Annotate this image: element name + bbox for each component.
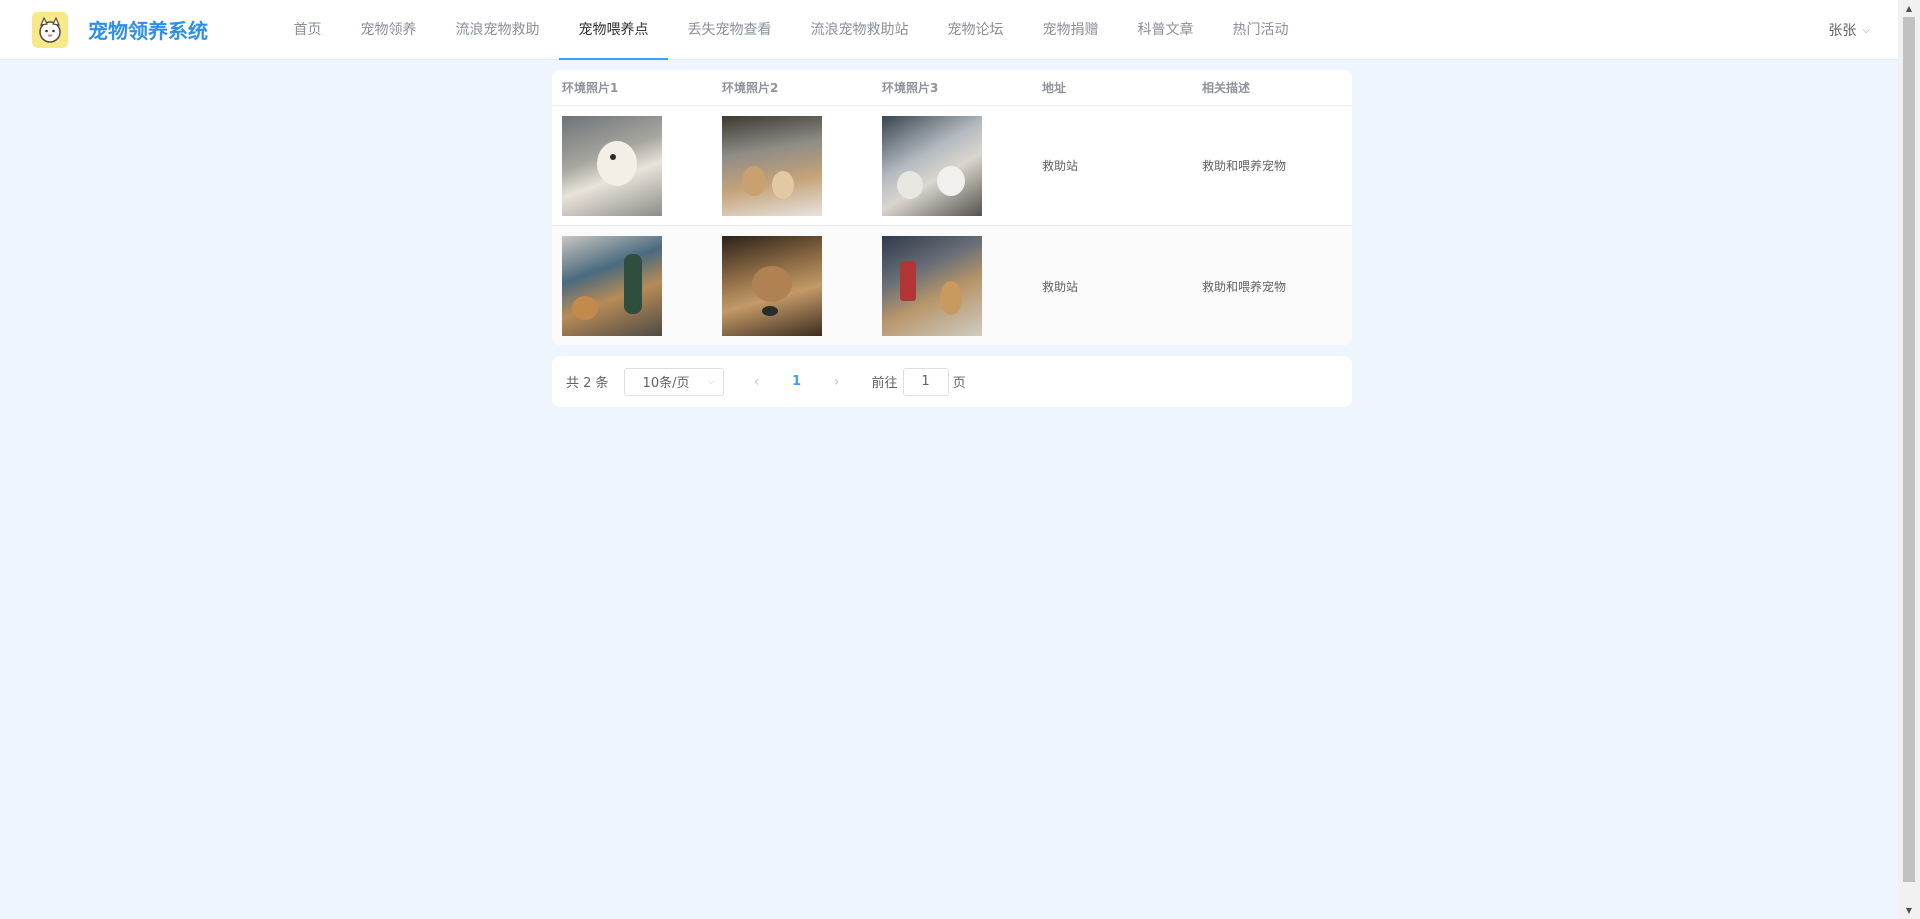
nav-item-pet-adoption[interactable]: 宠物领养 [341,0,436,60]
col-header-photo2: 环境照片2 [722,81,779,95]
nav-item-stray-rescue[interactable]: 流浪宠物救助 [436,0,559,60]
environment-photo[interactable] [882,236,982,336]
page-size-select[interactable]: 10条/页 ⌵ [623,367,724,396]
nav-item-pet-forum[interactable]: 宠物论坛 [928,0,1023,60]
table-row[interactable]: 救助站 救助和喂养宠物 [552,106,1352,226]
pagination-total: 共 2 条 [566,376,609,391]
col-header-photo1: 环境照片1 [562,81,619,95]
col-header-description: 相关描述 [1202,81,1251,95]
chevron-down-icon: ⌵ [1862,24,1870,36]
scroll-down-arrow-icon[interactable]: ▼ [1898,902,1920,919]
pagination: 共 2 条 10条/页 ⌵ ‹ 1 › 前往 页 [552,356,1352,407]
nav-item-articles[interactable]: 科普文章 [1118,0,1213,60]
chevron-down-icon: ⌵ [707,376,715,387]
user-menu[interactable]: 张张 ⌵ [1828,0,1870,60]
address-cell: 救助站 [1042,279,1079,294]
nav-item-hot-activities[interactable]: 热门活动 [1213,0,1308,60]
main-nav: 首页 宠物领养 流浪宠物救助 宠物喂养点 丢失宠物查看 流浪宠物救助站 宠物论坛… [274,0,1308,60]
page-size-value: 10条/页 [642,376,690,391]
goto-label: 前往 [871,376,898,391]
app-title: 宠物领养系统 [88,19,208,43]
next-page-button[interactable]: › [822,374,852,390]
page-number-button[interactable]: 1 [780,374,814,389]
logo[interactable]: 宠物领养系统 [32,11,232,48]
col-header-photo3: 环境照片3 [882,81,939,95]
nav-item-home[interactable]: 首页 [274,0,341,60]
description-cell: 救助和喂养宠物 [1202,279,1287,294]
page-scrollbar[interactable]: ▲ ▼ [1898,0,1920,919]
scroll-thumb[interactable] [1903,17,1915,882]
environment-photo[interactable] [562,115,662,216]
scroll-up-arrow-icon[interactable]: ▲ [1898,0,1920,17]
nav-item-lost-pets[interactable]: 丢失宠物查看 [668,0,791,60]
page-suffix-label: 页 [952,376,966,391]
address-cell: 救助站 [1042,159,1079,173]
environment-photo[interactable] [882,115,982,216]
nav-item-rescue-stations[interactable]: 流浪宠物救助站 [791,0,928,60]
environment-photo[interactable] [562,236,662,336]
pet-logo-icon [32,11,68,48]
user-name: 张张 [1828,23,1857,39]
environment-photo[interactable] [722,115,822,216]
environment-photo[interactable] [722,236,822,336]
table-row[interactable]: 救助站 救助和喂养宠物 [552,226,1352,345]
table-header: 环境照片1 环境照片2 环境照片3 地址 相关描述 [552,70,1352,106]
description-cell: 救助和喂养宠物 [1202,159,1287,173]
goto-page-input[interactable] [902,367,949,396]
top-header: 宠物领养系统 首页 宠物领养 流浪宠物救助 宠物喂养点 丢失宠物查看 流浪宠物救… [0,0,1898,60]
prev-page-button[interactable]: ‹ [742,374,772,390]
col-header-address: 地址 [1042,81,1067,95]
feeding-points-table: 环境照片1 环境照片2 环境照片3 地址 相关描述 救助站 救助和喂养宠物 救助… [552,70,1352,345]
nav-item-feeding-points[interactable]: 宠物喂养点 [559,0,668,60]
nav-item-pet-donation[interactable]: 宠物捐赠 [1023,0,1118,60]
